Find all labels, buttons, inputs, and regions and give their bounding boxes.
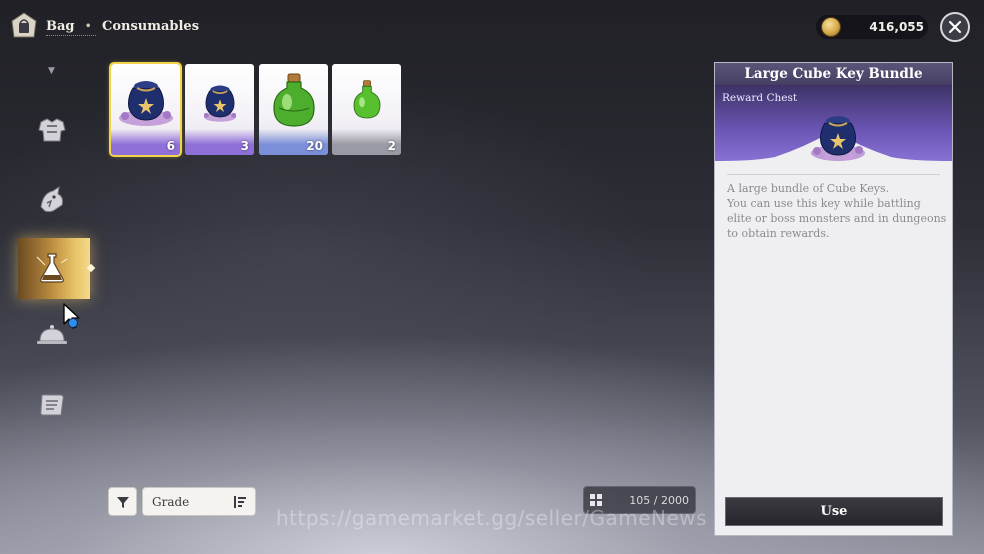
filter-button[interactable] [108,487,137,516]
key-bag-icon [119,81,173,126]
breadcrumb: Bag • Consumables [46,19,199,34]
item-detail-panel: Large Cube Key Bundle Reward Chest A lar… [714,62,953,536]
item-quantity: 2 [387,139,396,153]
sort-icon [234,496,246,508]
grid-icon [590,494,602,506]
sidebar-item-consumables[interactable] [22,238,82,298]
item-slot[interactable]: 20 [259,64,328,155]
breadcrumb-current: Consumables [101,19,200,34]
divider [727,174,940,175]
use-button[interactable]: Use [725,497,943,526]
notification-dot [68,318,78,328]
description-line: You can use this key while battling [727,197,921,210]
item-quantity: 6 [166,139,175,153]
key-bag-icon [811,116,865,161]
scroll-icon [40,394,64,416]
description-line: A large bundle of Cube Keys. [727,182,890,195]
breadcrumb-separator: • [85,21,92,32]
item-quantity: 20 [306,139,323,153]
gold-amount: 416,055 [869,20,924,34]
item-detail-type: Reward Chest [722,92,798,104]
item-slot[interactable]: 2 [332,64,401,155]
filter-icon [116,496,129,508]
sidebar-item-dragon[interactable] [22,170,82,230]
description-line: to obtain rewards. [727,227,830,240]
item-quantity: 3 [240,139,249,153]
bag-icon [11,12,37,38]
potion-icon [353,80,381,119]
sidebar-item-food[interactable] [22,305,82,365]
grade-sort-button[interactable]: Grade [142,487,256,516]
watermark: https://gamemarket.gg/seller/GameNews [276,506,708,530]
description-line: elite or boss monsters and in dungeons [727,212,947,225]
cloche-icon [37,325,67,344]
potion-icon [273,73,315,127]
item-description: A large bundle of Cube Keys. You can use… [727,181,947,241]
grade-label: Grade [152,495,190,509]
item-slot[interactable]: 6 [109,62,182,157]
dragon-icon [40,185,63,213]
gold-coin-icon [822,18,840,36]
breadcrumb-decoration [46,35,96,39]
sidebar-item-armor[interactable] [22,100,82,160]
key-bag-icon [203,85,237,122]
sidebar-item-scroll[interactable] [22,375,82,435]
item-detail-title: Large Cube Key Bundle [715,63,952,85]
potion-flask-icon [36,253,68,283]
close-button[interactable] [940,12,970,42]
sidebar-scroll-up-icon[interactable]: ▼ [48,66,55,76]
armor-icon [38,118,66,142]
breadcrumb-root[interactable]: Bag [46,19,75,34]
item-slot[interactable]: 3 [185,64,254,155]
close-icon [948,20,962,34]
